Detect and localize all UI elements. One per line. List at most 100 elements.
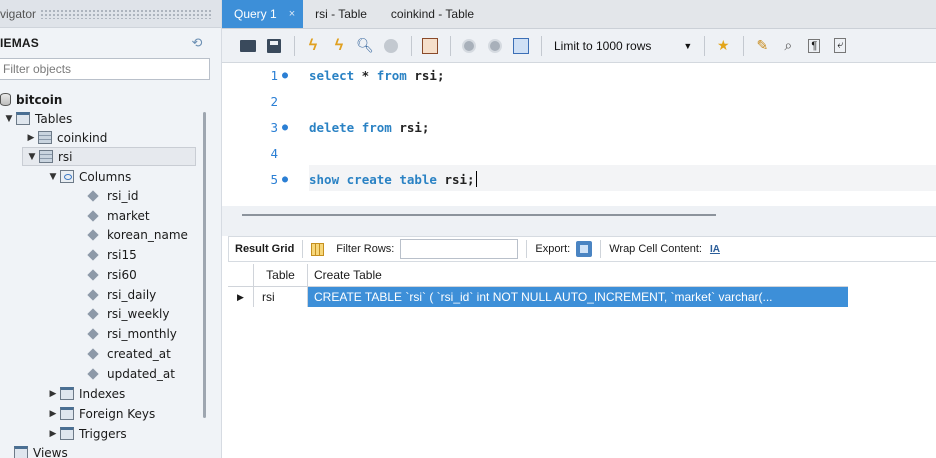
execute-current-button[interactable]: ϟ [329, 36, 349, 56]
wrap-cell-label: Wrap Cell Content: [609, 243, 702, 255]
column-header-create-table[interactable]: Create Table [308, 264, 848, 286]
collapse-arrow-icon[interactable]: ▶ [48, 429, 58, 439]
column-item[interactable]: rsi_monthly [86, 324, 177, 343]
tree-item-columns[interactable]: ▼ Columns [48, 167, 132, 186]
column-item[interactable]: rsi_id [86, 186, 138, 205]
limit-rows-value: Limit to 1000 rows [554, 38, 652, 53]
editor-result-splitter[interactable] [222, 206, 936, 236]
tab-coinkind-table[interactable]: coinkind - Table [379, 0, 486, 28]
tab-rsi-table[interactable]: rsi - Table [303, 0, 379, 28]
table-row[interactable]: ▶ rsi CREATE TABLE `rsi` ( `rsi_id` int … [228, 287, 848, 307]
tables-folder-icon [16, 112, 30, 125]
invisible-chars-button[interactable]: ¶ [804, 36, 824, 56]
code-line[interactable]: delete from rsi; [309, 117, 429, 137]
cell-create-table[interactable]: CREATE TABLE `rsi` ( `rsi_id` int NOT NU… [308, 287, 848, 307]
explain-button[interactable]: 🔍︎ [355, 36, 375, 56]
wrap-cell-icon[interactable]: IA [710, 244, 720, 255]
tree-item-bitcoin[interactable]: bitcoin [0, 90, 62, 109]
tab-label: rsi - Table [315, 7, 367, 21]
open-file-button[interactable] [238, 36, 258, 56]
column-item[interactable]: rsi_daily [86, 285, 156, 304]
column-item[interactable]: korean_name [86, 225, 188, 244]
beautify-button[interactable]: ✎ [752, 36, 772, 56]
statement-marker-icon: ● [281, 173, 289, 185]
sql-editor[interactable]: 1 ● 2 3 ● 4 5 ● select * from rsi; delete f… [222, 63, 936, 206]
tree-item-label: Indexes [79, 386, 126, 401]
tree-item-foreign-keys[interactable]: ▶ Foreign Keys [48, 404, 156, 423]
limit-rows-select[interactable]: Limit to 1000 rows ▼ [554, 39, 692, 53]
column-item[interactable]: created_at [86, 344, 171, 363]
column-diamond-icon [87, 209, 99, 222]
views-folder-icon [14, 446, 28, 458]
tree-item-label: Foreign Keys [79, 406, 156, 421]
grid-header-row: Table Create Table [228, 264, 848, 287]
commit-button[interactable] [459, 36, 479, 56]
column-item[interactable]: market [86, 206, 150, 225]
result-grid-tab[interactable]: Result Grid [229, 243, 300, 255]
tab-label: coinkind - Table [390, 7, 475, 21]
code-line[interactable]: show create table rsi; [309, 169, 477, 189]
column-diamond-icon [87, 228, 99, 241]
collapse-arrow-icon[interactable]: ▶ [48, 389, 58, 399]
column-item[interactable]: rsi15 [86, 245, 137, 264]
column-diamond-icon [87, 248, 99, 261]
expand-arrow-icon[interactable]: ▼ [48, 172, 58, 182]
stop-button[interactable] [381, 36, 401, 56]
tree-item-rsi[interactable]: ▼ rsi [22, 147, 196, 166]
execute-button[interactable]: ϟ [303, 36, 323, 56]
collapse-arrow-icon[interactable]: ▶ [26, 133, 36, 143]
add-snippet-button[interactable]: ★ [713, 36, 733, 56]
tree-item-coinkind[interactable]: ▶ coinkind [26, 128, 108, 147]
expand-arrow-icon[interactable]: ▼ [27, 152, 37, 162]
column-label: rsi_id [107, 188, 139, 203]
code-line[interactable]: select * from rsi; [309, 65, 444, 85]
column-label: rsi15 [107, 247, 137, 262]
column-diamond-icon [87, 367, 99, 380]
lightning-icon: ϟ [308, 36, 318, 54]
filter-rows-input[interactable] [400, 239, 519, 259]
chevron-down-icon: ▼ [683, 40, 693, 51]
column-label: rsi_weekly [107, 306, 170, 321]
word-wrap-button[interactable]: ⤶ [830, 36, 850, 56]
lightning-cursor-icon: ϟ [334, 36, 344, 54]
filter-rows-label: Filter Rows: [336, 243, 395, 255]
foreign-keys-folder-icon [60, 407, 74, 420]
toolbar-separator [541, 35, 542, 56]
column-item[interactable]: rsi_weekly [86, 304, 169, 323]
find-button[interactable]: ⌕ [778, 36, 798, 56]
grid-icon[interactable] [311, 242, 325, 256]
expand-arrow-icon[interactable]: ▼ [4, 114, 14, 124]
tree-item-views[interactable]: Views [14, 443, 68, 458]
collapse-arrow-icon[interactable]: ▶ [48, 409, 58, 419]
column-diamond-icon [87, 189, 99, 202]
autocommit-toggle[interactable] [511, 36, 531, 56]
filter-objects-input[interactable]: Filter objects [0, 58, 210, 80]
tree-item-label: Tables [35, 111, 73, 126]
tree-item-triggers[interactable]: ▶ Triggers [48, 424, 127, 443]
save-button[interactable] [264, 36, 284, 56]
column-item[interactable]: updated_at [86, 364, 175, 383]
horizontal-scrollbar[interactable] [242, 214, 716, 216]
refresh-icon[interactable]: ⟲ [190, 36, 204, 50]
export-icon[interactable] [576, 241, 593, 257]
column-item[interactable]: rsi60 [86, 265, 137, 284]
tab-query-1[interactable]: Query 1 × [222, 0, 304, 28]
cell-table[interactable]: rsi [254, 287, 308, 307]
tree-item-label: bitcoin [16, 92, 63, 107]
result-grid-label: Result Grid [235, 243, 295, 255]
toggle-continue-button[interactable] [420, 36, 440, 56]
query-tab-bar: Query 1 × rsi - Table coinkind - Table [222, 0, 936, 29]
toolbar-separator [302, 240, 304, 258]
tree-item-tables[interactable]: ▼ Tables [4, 109, 73, 128]
rollback-button[interactable] [485, 36, 505, 56]
rollback-x-icon [488, 38, 502, 53]
indexes-folder-icon [60, 387, 74, 400]
tree-item-label: Columns [79, 169, 132, 184]
toolbar-separator [411, 35, 412, 56]
tree-item-indexes[interactable]: ▶ Indexes [48, 384, 126, 403]
close-icon[interactable]: × [289, 8, 295, 20]
star-icon: ★ [717, 37, 730, 53]
statement-marker-icon: ● [281, 121, 289, 133]
navigator-scrollbar[interactable] [203, 112, 206, 418]
column-header-table[interactable]: Table [254, 264, 308, 286]
